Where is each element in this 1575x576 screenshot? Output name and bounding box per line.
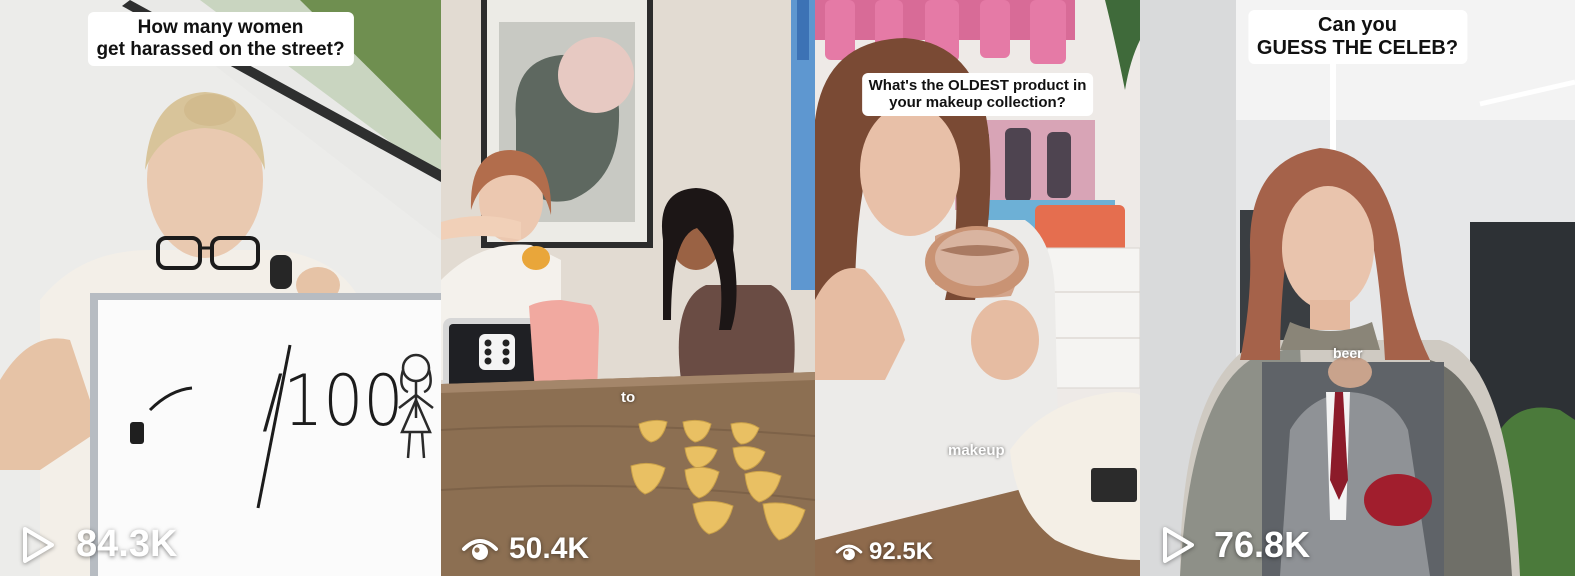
view-count-value: 76.8K: [1214, 524, 1311, 565]
view-count: 50.4K: [461, 532, 589, 566]
video-caption: What's the OLDEST product in your makeup…: [861, 73, 1094, 116]
caption-line-2: GUESS THE CELEB?: [1256, 37, 1459, 60]
video-thumbnail-1: [0, 0, 441, 576]
caption-line-1: Can you: [1318, 14, 1397, 36]
caption-line-2: your makeup collection?: [889, 94, 1066, 112]
video-caption: Can you GUESS THE CELEB?: [1247, 10, 1468, 65]
view-count: 76.8K: [1160, 524, 1310, 566]
view-count-value: 92.5K: [869, 538, 934, 565]
subtitle-word: makeup: [948, 442, 1005, 459]
view-count-value: 84.3K: [76, 523, 178, 565]
video-caption: How many women get harassed on the stree…: [87, 12, 354, 67]
caption-line-2: get harassed on the street?: [96, 39, 345, 61]
eye-icon: [835, 544, 863, 561]
play-icon: [23, 526, 54, 563]
view-count-value: 50.4K: [509, 532, 590, 565]
caption-line-1: What's the OLDEST product in: [868, 77, 1087, 94]
subtitle-word: to: [621, 389, 636, 406]
view-count: 84.3K: [20, 523, 177, 566]
whiteboard-text: /100: [262, 360, 404, 442]
caption-line-1: How many women: [137, 17, 304, 38]
eye-icon: [462, 539, 498, 560]
play-icon: [1163, 527, 1194, 563]
view-count: 92.5K: [835, 538, 933, 566]
paper-tokens: [630, 419, 806, 541]
video-thumbnail-4: [1140, 0, 1575, 576]
subtitle-word: beer: [1333, 345, 1363, 361]
video-tile-4[interactable]: Can you GUESS THE CELEB? beer 76.8K: [1140, 0, 1575, 576]
video-tile-3[interactable]: What's the OLDEST product in your makeup…: [815, 0, 1140, 576]
video-grid: /100 How many women get harassed on the …: [0, 0, 1575, 576]
video-tile-2[interactable]: to 50.4K: [441, 0, 815, 576]
video-tile-1[interactable]: /100 How many women get harassed on the …: [0, 0, 441, 576]
